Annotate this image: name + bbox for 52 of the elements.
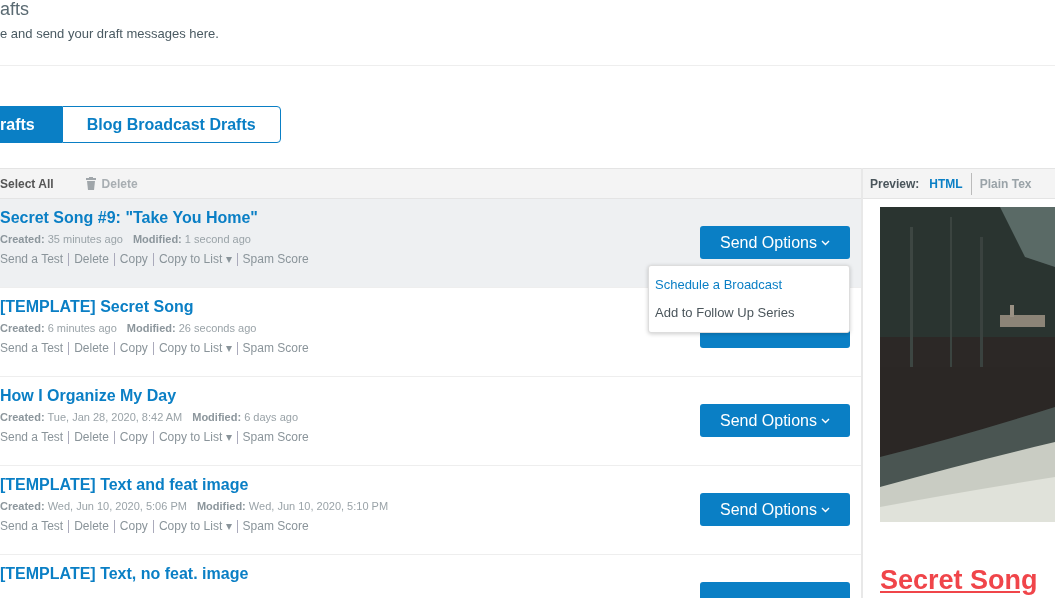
- action-link[interactable]: Copy to List ▾: [153, 252, 237, 266]
- chevron-down-icon: [820, 417, 830, 424]
- trash-icon: [85, 177, 96, 190]
- created-date: Created: 6 minutes ago: [0, 322, 117, 336]
- delete-link[interactable]: Delete: [85, 176, 138, 191]
- modified-date: Modified: 26 seconds ago: [126, 322, 257, 336]
- chevron-down-icon: [820, 239, 830, 246]
- action-link[interactable]: Delete: [69, 430, 114, 444]
- menu-item[interactable]: Add to Follow Up Series: [649, 299, 849, 327]
- created-date: Created: Tue, Jan 28, 2020, 8:42 AM: [0, 411, 183, 425]
- action-link[interactable]: Copy to List ▾: [153, 430, 237, 444]
- action-link[interactable]: Spam Score: [237, 341, 314, 355]
- preview-label: Preview:: [870, 176, 920, 191]
- action-link[interactable]: Spam Score: [237, 430, 314, 444]
- action-link[interactable]: Spam Score: [237, 519, 314, 533]
- send-options-button[interactable]: Send Options: [700, 226, 850, 259]
- action-link[interactable]: Copy to List ▾: [153, 341, 237, 355]
- tab[interactable]: Blog Broadcast Drafts: [61, 106, 281, 143]
- action-link[interactable]: Copy: [114, 519, 153, 533]
- action-link[interactable]: Copy: [114, 430, 153, 444]
- action-link[interactable]: Delete: [69, 519, 114, 533]
- send-options-button[interactable]: Send Options: [700, 404, 850, 437]
- draft-title-link[interactable]: [TEMPLATE] Text and feat image: [0, 476, 389, 498]
- draft-title-link[interactable]: Secret Song #9: "Take You Home": [0, 209, 314, 231]
- preview-mode-tab[interactable]: HTML: [925, 176, 967, 191]
- menu-item[interactable]: Schedule a Broadcast: [649, 271, 849, 299]
- page-title: afts: [0, 0, 30, 18]
- created-date: Created: 35 minutes ago: [0, 233, 123, 247]
- modified-date: Modified: Wed, Jun 10, 2020, 5:10 PM: [196, 500, 389, 514]
- preview-heading-link[interactable]: Secret Song: [880, 565, 1055, 596]
- action-link[interactable]: Copy to List ▾: [153, 519, 237, 533]
- page-subtitle: e and send your draft messages here.: [0, 26, 220, 41]
- action-link[interactable]: Copy: [114, 252, 153, 266]
- draft-title-link[interactable]: [TEMPLATE] Text, no feat. image: [0, 565, 249, 587]
- action-link[interactable]: Send a Test: [0, 519, 69, 533]
- preview-mode-tab[interactable]: Plain Tex: [975, 176, 1036, 191]
- action-link[interactable]: Copy: [114, 341, 153, 355]
- chevron-down-icon: [820, 506, 830, 513]
- action-link[interactable]: Spam Score: [237, 252, 314, 266]
- created-date: Created: Wed, Jun 10, 2020, 5:06 PM: [0, 500, 187, 514]
- action-link[interactable]: Delete: [69, 252, 114, 266]
- modified-date: Modified: 6 days ago: [192, 411, 298, 425]
- tab[interactable]: rafts: [0, 106, 62, 143]
- action-link[interactable]: Delete: [69, 341, 114, 355]
- action-link[interactable]: Send a Test: [0, 430, 69, 444]
- action-link[interactable]: Send a Test: [0, 341, 69, 355]
- select-all-link[interactable]: Select All: [0, 176, 54, 191]
- draft-title-link[interactable]: [TEMPLATE] Secret Song: [0, 298, 314, 320]
- modified-date: Modified: 1 second ago: [132, 233, 251, 247]
- action-link[interactable]: Send a Test: [0, 252, 69, 266]
- send-options-button[interactable]: Send Options: [700, 493, 850, 526]
- draft-title-link[interactable]: How I Organize My Day: [0, 387, 314, 409]
